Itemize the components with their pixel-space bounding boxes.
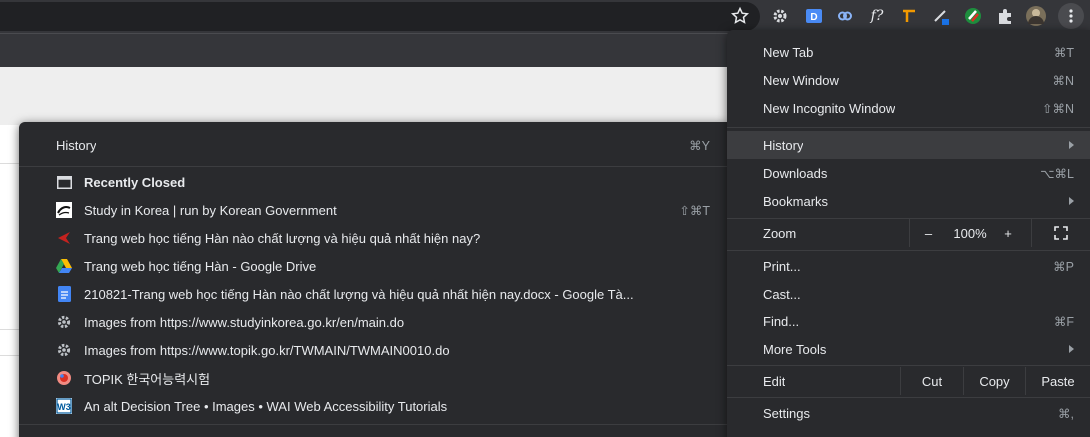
menu-item-bookmarks[interactable]: Bookmarks bbox=[727, 187, 1090, 215]
more-menu-icon[interactable] bbox=[1058, 3, 1084, 29]
menu-item-more-tools[interactable]: More Tools bbox=[727, 335, 1090, 363]
svg-text:W3: W3 bbox=[57, 402, 71, 412]
history-item-label: TOPIK 한국어능력시험 bbox=[84, 371, 211, 387]
zoom-out-button[interactable]: – bbox=[909, 219, 947, 247]
gear-icon bbox=[56, 342, 72, 358]
svg-text:D: D bbox=[810, 12, 817, 23]
recently-closed-label: Recently Closed bbox=[84, 174, 186, 190]
dictionary-extension-icon[interactable]: D bbox=[803, 5, 825, 27]
history-item-label: Images from https://www.topik.go.kr/TWMA… bbox=[84, 342, 450, 358]
copy-button[interactable]: Copy bbox=[963, 367, 1025, 395]
color-picker-extension-icon[interactable] bbox=[930, 5, 952, 27]
history-item[interactable]: Trang web học tiếng Hàn - Google Drive bbox=[19, 252, 728, 280]
menu-shortcut: ⇧⌘N bbox=[1041, 101, 1074, 116]
menu-shortcut: ⌘T bbox=[1053, 45, 1074, 60]
link-icon[interactable] bbox=[834, 5, 856, 27]
menu-item-new-window[interactable]: New Window ⌘N bbox=[727, 66, 1090, 94]
menu-shortcut: ⌘F bbox=[1053, 314, 1074, 329]
recently-closed-heading: Recently Closed bbox=[19, 168, 728, 196]
menu-item-zoom: Zoom – 100% + bbox=[727, 219, 1090, 247]
history-item[interactable]: W3 An alt Decision Tree • Images • WAI W… bbox=[19, 392, 728, 420]
studyinkorea-favicon bbox=[56, 202, 72, 218]
grammar-extension-icon[interactable] bbox=[962, 5, 984, 27]
menu-item-find[interactable]: Find... ⌘F bbox=[727, 307, 1090, 335]
zoom-in-button[interactable]: + bbox=[993, 219, 1023, 247]
menu-item-label: New Window bbox=[763, 72, 839, 88]
menu-separator bbox=[727, 250, 1090, 251]
fullscreen-icon bbox=[1054, 226, 1068, 240]
gear-icon[interactable] bbox=[769, 5, 791, 27]
history-item[interactable]: TOPIK 한국어능력시험 bbox=[19, 364, 728, 392]
history-item-label: 210821-Trang web học tiếng Hàn nào chất … bbox=[84, 286, 634, 302]
bookmark-star-icon[interactable] bbox=[730, 6, 750, 26]
menu-separator bbox=[727, 127, 1090, 128]
menu-item-label: Print... bbox=[763, 258, 801, 274]
menu-item-label: Edit bbox=[763, 373, 786, 389]
google-docs-icon bbox=[56, 286, 72, 302]
browser-toolbar: D f? bbox=[0, 0, 1090, 33]
formula-extension-icon[interactable]: f? bbox=[866, 5, 888, 27]
cut-button[interactable]: Cut bbox=[900, 367, 963, 395]
submenu-arrow-icon bbox=[1069, 141, 1074, 149]
history-item[interactable]: Study in Korea | run by Korean Governmen… bbox=[19, 196, 728, 224]
menu-item-label: New Tab bbox=[763, 44, 814, 60]
menu-item-new-incognito-window[interactable]: New Incognito Window ⇧⌘N bbox=[727, 94, 1090, 122]
fullscreen-button[interactable] bbox=[1031, 219, 1090, 247]
menu-separator bbox=[727, 397, 1090, 398]
menu-shortcut: ⌘P bbox=[1053, 259, 1074, 274]
history-item-label: Images from https://www.studyinkorea.go.… bbox=[84, 314, 405, 330]
menu-item-label: Bookmarks bbox=[763, 193, 829, 209]
history-full-item[interactable]: History ⌘Y bbox=[19, 131, 728, 159]
menu-item-settings[interactable]: Settings ⌘, bbox=[727, 399, 1090, 427]
history-item[interactable]: 210821-Trang web học tiếng Hàn nào chất … bbox=[19, 280, 728, 308]
history-item[interactable]: Images from https://www.topik.go.kr/TWMA… bbox=[19, 336, 728, 364]
history-item-label: An alt Decision Tree • Images • WAI Web … bbox=[84, 398, 448, 414]
w3c-favicon: W3 bbox=[56, 398, 72, 414]
history-item[interactable]: Trang web học tiếng Hàn nào chất lượng v… bbox=[19, 224, 728, 252]
history-item-label: Trang web học tiếng Hàn nào chất lượng v… bbox=[84, 230, 481, 246]
submenu-arrow-icon bbox=[1069, 197, 1074, 205]
gear-icon bbox=[56, 314, 72, 330]
menu-item-print[interactable]: Print... ⌘P bbox=[727, 252, 1090, 280]
menu-separator bbox=[19, 424, 728, 425]
profile-avatar[interactable] bbox=[1025, 5, 1047, 27]
reopen-tab-shortcut: ⇧⌘T bbox=[679, 203, 710, 218]
menu-item-label: History bbox=[763, 137, 804, 153]
history-title: History bbox=[56, 137, 97, 153]
red-arrow-favicon bbox=[56, 230, 72, 246]
menu-item-label: Find... bbox=[763, 313, 800, 329]
menu-separator bbox=[727, 365, 1090, 366]
menu-item-history[interactable]: History bbox=[727, 131, 1090, 159]
ruler-extension-icon[interactable] bbox=[898, 5, 920, 27]
menu-item-label: Cast... bbox=[763, 286, 801, 302]
menu-shortcut: ⌘N bbox=[1052, 73, 1074, 88]
menu-item-cast[interactable]: Cast... bbox=[727, 280, 1090, 308]
menu-item-edit: Edit Cut Copy Paste bbox=[727, 367, 1090, 395]
menu-shortcut: ⌥⌘L bbox=[1040, 166, 1074, 181]
menu-item-label: New Incognito Window bbox=[763, 100, 896, 116]
menu-shortcut: ⌘, bbox=[1058, 406, 1074, 421]
history-shortcut: ⌘Y bbox=[689, 138, 710, 153]
paste-button[interactable]: Paste bbox=[1025, 367, 1090, 395]
menu-item-downloads[interactable]: Downloads ⌥⌘L bbox=[727, 159, 1090, 187]
menu-item-label: Settings bbox=[763, 405, 810, 421]
puzzle-extensions-icon[interactable] bbox=[994, 5, 1016, 27]
address-bar[interactable] bbox=[0, 2, 760, 31]
history-submenu: History ⌘Y Recently Closed Study in Kore… bbox=[19, 122, 728, 437]
menu-item-label: Downloads bbox=[763, 165, 828, 181]
menu-separator bbox=[19, 166, 728, 167]
submenu-arrow-icon bbox=[1069, 345, 1074, 353]
chrome-main-menu: New Tab ⌘T New Window ⌘N New Incognito W… bbox=[727, 30, 1090, 437]
history-item-label: Trang web học tiếng Hàn - Google Drive bbox=[84, 258, 317, 274]
history-item-label: Study in Korea | run by Korean Governmen… bbox=[84, 202, 337, 218]
menu-item-new-tab[interactable]: New Tab ⌘T bbox=[727, 38, 1090, 66]
menu-item-label: Zoom bbox=[763, 225, 797, 241]
topik-favicon bbox=[56, 370, 72, 386]
history-item[interactable]: Images from https://www.studyinkorea.go.… bbox=[19, 308, 728, 336]
window-icon bbox=[56, 174, 72, 190]
menu-item-label: More Tools bbox=[763, 341, 827, 357]
zoom-level: 100% bbox=[953, 225, 987, 241]
google-drive-icon bbox=[56, 258, 72, 274]
